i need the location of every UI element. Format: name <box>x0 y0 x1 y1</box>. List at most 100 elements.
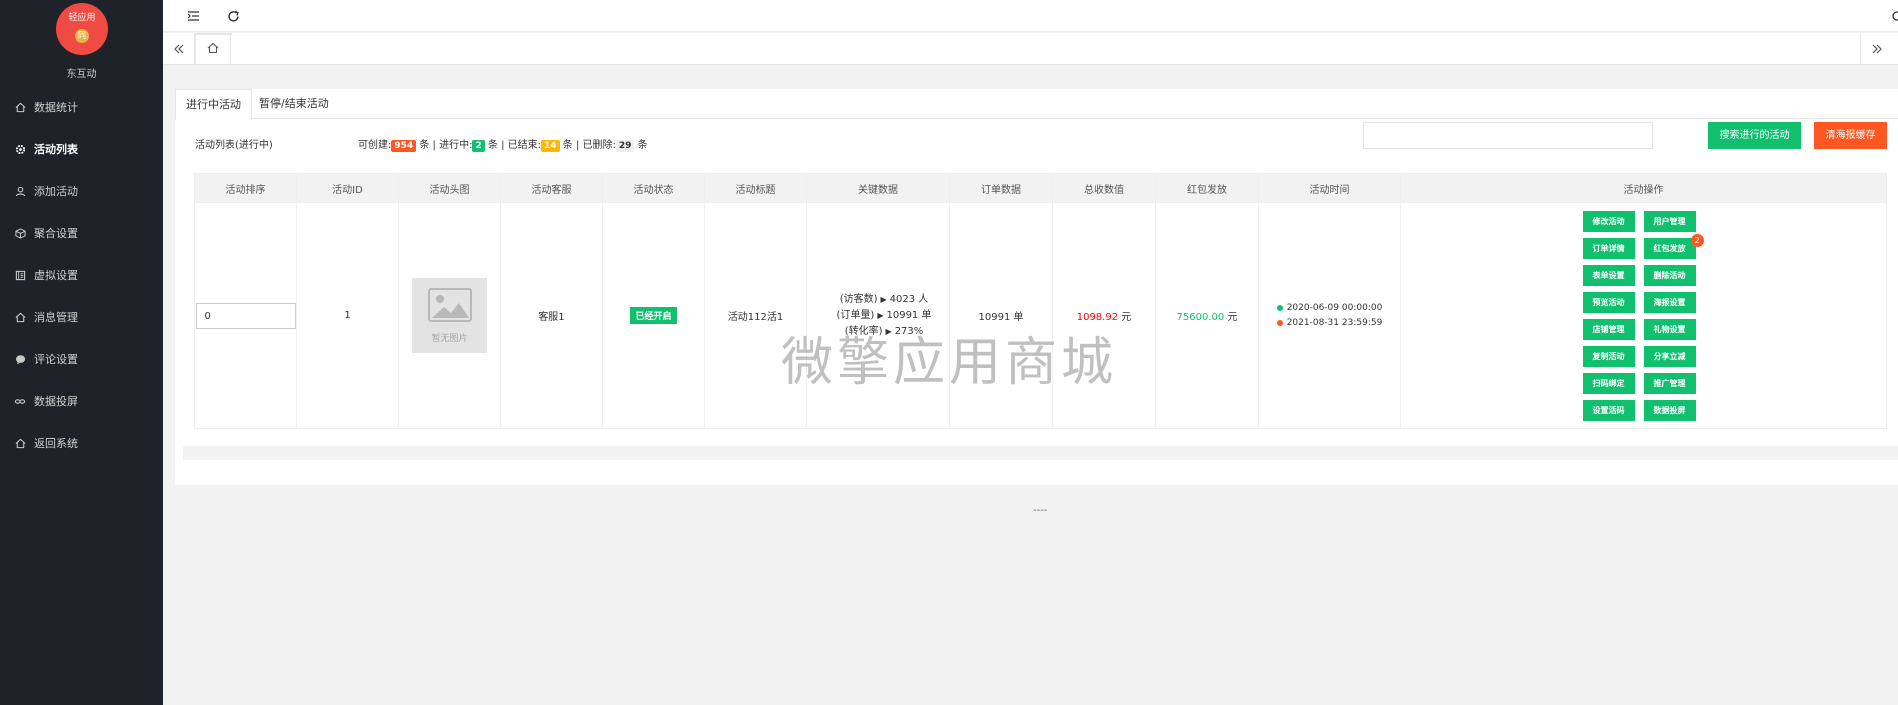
edit-activity-button[interactable]: 修改活动 <box>1582 210 1635 232</box>
column-header: 活动操作 <box>1400 173 1887 203</box>
sidebar-item-aggregate[interactable]: 聚合设置 <box>0 217 163 249</box>
sidebar-item-comments[interactable]: 评论设置 <box>0 343 163 375</box>
image-placeholder-icon <box>427 287 472 325</box>
sort-input[interactable]: 0 <box>195 302 296 329</box>
tab-paused-ended[interactable]: 暂停/结束活动 <box>249 89 339 119</box>
column-header: 活动标题 <box>704 173 807 203</box>
table-header-row: 活动排序 活动ID 活动头图 活动客服 活动状态 活动标题 关键数据 订单数据 … <box>194 173 1887 203</box>
book-icon <box>14 269 26 281</box>
image-cell: 暂无图片 <box>398 202 501 429</box>
notification-badge: 2 <box>1690 233 1704 247</box>
sidebar: 轻应用 同 东互动 数据统计 活动列表 添加活动 聚合设置 虚拟设置 消息管理 … <box>0 0 163 705</box>
column-header: 活动ID <box>296 173 399 203</box>
search-input[interactable] <box>1363 122 1653 149</box>
time-cell: 2020-06-09 00:00:00 2021-08-31 23:59:59 <box>1258 202 1401 429</box>
activity-stats: 可创建: 954 条 | 进行中: 2 条 | 已结束: 14 条 | 已删除: 29 … <box>358 136 648 152</box>
column-header: 活动排序 <box>194 173 297 203</box>
column-header: 活动头图 <box>398 173 501 203</box>
stat-badge-ended: 14 <box>541 140 560 152</box>
cube-icon <box>14 227 26 239</box>
settings-icon[interactable] <box>1888 8 1898 24</box>
sidebar-item-label: 活动列表 <box>34 143 78 156</box>
operations-cell: 修改活动 用户管理 订单详情 红包发放 2 表单设置 删除活动 预览活动 海报设置… <box>1400 202 1887 429</box>
tab-ongoing[interactable]: 进行中活动 <box>175 89 252 120</box>
search-button[interactable]: 搜索进行的活动 <box>1708 122 1801 149</box>
data-screen-button[interactable]: 数据投屏 <box>1643 399 1696 421</box>
sidebar-item-label: 添加活动 <box>34 185 78 198</box>
key-data-visitors: (访客数) ▶ 4023 人 <box>819 292 949 308</box>
key-data-value: 4023 人 <box>889 293 929 305</box>
user-manage-button[interactable]: 用户管理 <box>1643 210 1696 232</box>
status-badge: 已经开启 <box>630 307 677 324</box>
live-code-button[interactable]: 设置活码 <box>1582 399 1635 421</box>
order-detail-button[interactable]: 订单详情 <box>1582 237 1635 259</box>
activity-image: 暂无图片 <box>412 278 487 353</box>
promotion-manage-button[interactable]: 推广管理 <box>1643 372 1696 394</box>
operations-grid: 修改活动 用户管理 订单详情 红包发放 2 表单设置 删除活动 预览活动 海报设置… <box>1582 210 1705 421</box>
redpacket-amount: 75600.00 <box>1176 312 1225 323</box>
stat-label: 进行中: <box>439 140 473 151</box>
key-data-value: 10991 单 <box>886 309 932 321</box>
stat-label: 已删除: <box>582 140 616 151</box>
sidebar-item-messages[interactable]: 消息管理 <box>0 301 163 333</box>
sidebar-item-activity-list[interactable]: 活动列表 <box>0 133 163 165</box>
redpacket-cell: 75600.00 元 <box>1155 202 1259 429</box>
column-header: 关键数据 <box>806 173 950 203</box>
sidebar-item-return[interactable]: 返回系统 <box>0 427 163 459</box>
watermark: 微擎应用商城 <box>781 333 1118 393</box>
preview-activity-button[interactable]: 预览活动 <box>1582 291 1635 313</box>
end-time-text: 2021-08-31 23:59:59 <box>1286 317 1383 328</box>
page-tab-bar <box>163 33 1898 65</box>
sort-cell: 0 <box>194 202 297 429</box>
sidebar-item-label: 消息管理 <box>34 311 78 324</box>
copy-activity-button[interactable]: 复制活动 <box>1582 345 1635 367</box>
sidebar-item-screen[interactable]: 数据投屏 <box>0 385 163 417</box>
stat-label: 可创建: <box>358 140 392 151</box>
stat-badge-creatable: 954 <box>391 140 417 152</box>
stat-unit: 条 <box>419 140 430 151</box>
clear-poster-cache-button[interactable]: 清海报缓存 <box>1814 122 1887 149</box>
pagination-bar <box>183 446 1898 460</box>
menu-fold-icon[interactable] <box>185 8 201 24</box>
home-icon <box>14 101 26 113</box>
activity-tabs: 进行中活动 暂停/结束活动 <box>175 89 1898 120</box>
top-bar <box>163 0 1898 32</box>
sidebar-item-virtual[interactable]: 虚拟设置 <box>0 259 163 291</box>
shop-manage-button[interactable]: 店铺管理 <box>1582 318 1635 340</box>
sidebar-item-label: 数据统计 <box>34 101 78 114</box>
stat-unit: 条 <box>487 140 498 151</box>
column-header: 红包发放 <box>1155 173 1259 203</box>
poster-settings-button[interactable]: 海报设置 <box>1643 291 1696 313</box>
stat-label: 已结束: <box>507 140 542 151</box>
redpacket-unit: 元 <box>1227 312 1238 323</box>
home-tab[interactable] <box>195 33 232 65</box>
sidebar-item-add-activity[interactable]: 添加活动 <box>0 175 163 207</box>
refresh-icon[interactable] <box>225 8 241 24</box>
sidebar-item-label: 虚拟设置 <box>34 269 78 282</box>
user-icon <box>14 185 26 197</box>
gift-settings-button[interactable]: 礼物设置 <box>1643 318 1696 340</box>
key-data-label: (订单量) <box>836 309 875 321</box>
tab-scroll-left-icon[interactable] <box>163 33 195 65</box>
id-cell: 1 <box>296 202 399 429</box>
stat-unit: 条 <box>562 140 573 151</box>
redpacket-button[interactable]: 红包发放 2 <box>1643 233 1704 259</box>
delete-activity-button[interactable]: 删除活动 <box>1643 264 1696 286</box>
stat-sep: | <box>501 140 505 151</box>
logo-badge: 同 <box>75 29 89 43</box>
scan-bind-button[interactable]: 扫码绑定 <box>1582 372 1635 394</box>
sidebar-item-stats[interactable]: 数据统计 <box>0 91 163 123</box>
share-discount-button[interactable]: 分享立减 <box>1643 345 1696 367</box>
tab-scroll-right-icon[interactable] <box>1860 33 1892 65</box>
logo: 轻应用 同 <box>56 3 108 55</box>
gear-icon <box>14 143 26 155</box>
column-header: 订单数据 <box>949 173 1053 203</box>
stat-sep: | <box>575 140 580 151</box>
logo-text: 轻应用 <box>68 13 96 23</box>
activity-card: 进行中活动 暂停/结束活动 活动列表(进行中) 可创建: 954 条 | 进行中:… <box>175 89 1898 485</box>
stat-badge-deleted: 29 <box>615 140 635 152</box>
sidebar-item-label: 评论设置 <box>34 353 78 366</box>
form-settings-button[interactable]: 表单设置 <box>1582 264 1635 286</box>
start-time-text: 2020-06-09 00:00:00 <box>1286 302 1383 313</box>
sidebar-item-label: 聚合设置 <box>34 227 78 240</box>
